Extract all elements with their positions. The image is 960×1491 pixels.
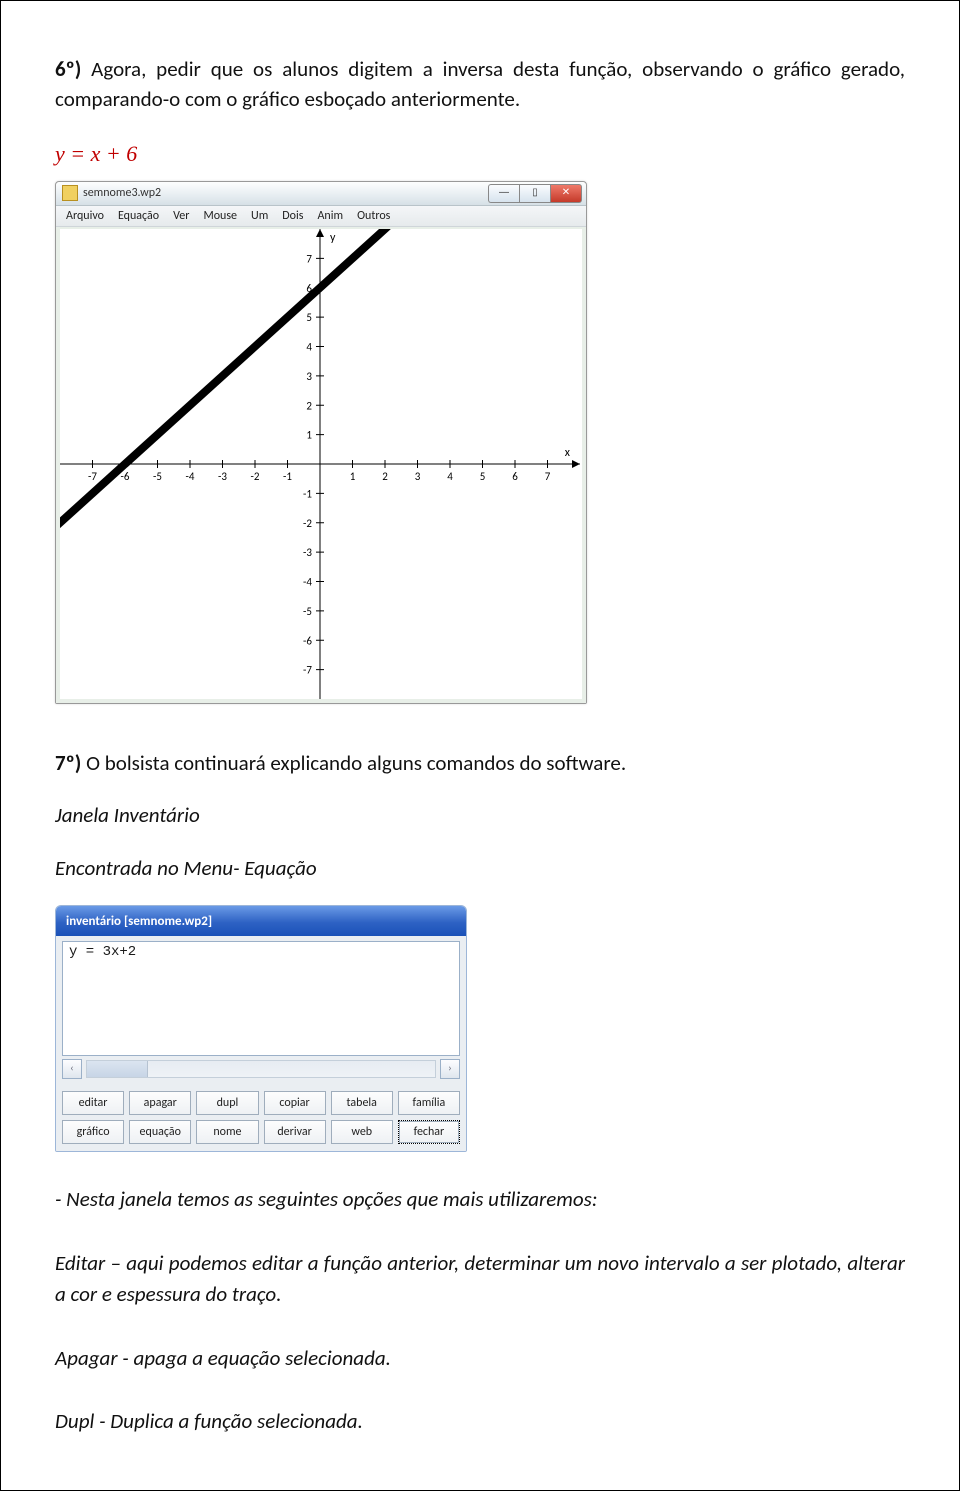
scroll-track[interactable]	[86, 1060, 436, 1078]
inventory-buttons: editar apagar dupl copiar tabela família…	[62, 1091, 460, 1144]
step7-text: O bolsista continuará explicando alguns …	[81, 750, 626, 776]
btn-editar[interactable]: editar	[62, 1091, 124, 1115]
svg-text:7: 7	[545, 470, 551, 483]
window-titlebar[interactable]: semnome3.wp2 — ▯ ✕	[56, 182, 586, 206]
equation-inverse: y = x + 6	[55, 141, 905, 167]
inventory-item[interactable]: y = 3x+2	[69, 944, 136, 960]
opts-paragraph: - Nesta janela temos as seguintes opções…	[55, 1184, 905, 1216]
svg-text:-6: -6	[303, 634, 312, 647]
sub-encontrada: Encontrada no Menu- Equação	[55, 853, 905, 885]
sub-janela-inventario: Janela Inventário	[55, 800, 905, 832]
svg-text:4: 4	[306, 340, 312, 353]
svg-text:-4: -4	[186, 470, 195, 483]
svg-text:-4: -4	[303, 575, 312, 588]
svg-text:1: 1	[350, 470, 356, 483]
svg-text:1: 1	[306, 429, 312, 442]
inventory-window: inventário [semnome.wp2] y = 3x+2 ‹ › ed…	[55, 905, 467, 1152]
inventory-body: y = 3x+2 ‹ › editar apagar dupl copiar t…	[56, 936, 466, 1151]
svg-text:7: 7	[306, 252, 312, 265]
svg-text:2: 2	[382, 470, 388, 483]
app-icon	[62, 185, 78, 201]
btn-copiar[interactable]: copiar	[264, 1091, 326, 1115]
svg-text:3: 3	[415, 470, 421, 483]
svg-text:5: 5	[480, 470, 486, 483]
menu-um[interactable]: Um	[251, 209, 268, 223]
close-button[interactable]: ✕	[550, 184, 582, 203]
step7-label: 7º)	[55, 750, 81, 776]
scroll-right-button[interactable]: ›	[440, 1059, 460, 1079]
btn-tabela[interactable]: tabela	[331, 1091, 393, 1115]
plot-frame: -7-6-5-4-3-2-11234567-7-6-5-4-3-2-112345…	[56, 227, 586, 703]
step6-label: 6º)	[55, 56, 81, 82]
svg-text:-3: -3	[218, 470, 227, 483]
btn-grafico[interactable]: gráfico	[62, 1120, 124, 1144]
svg-text:-5: -5	[153, 470, 162, 483]
menu-ver[interactable]: Ver	[173, 209, 189, 223]
svg-text:-7: -7	[303, 664, 312, 677]
svg-text:6: 6	[512, 470, 518, 483]
inventory-list[interactable]: y = 3x+2	[62, 941, 460, 1056]
btn-derivar[interactable]: derivar	[264, 1120, 326, 1144]
svg-text:-7: -7	[88, 470, 97, 483]
btn-apagar[interactable]: apagar	[129, 1091, 191, 1115]
svg-text:5: 5	[306, 311, 312, 324]
svg-text:-2: -2	[303, 517, 312, 530]
btn-familia[interactable]: família	[398, 1091, 460, 1115]
btn-web[interactable]: web	[331, 1120, 393, 1144]
menu-equacao[interactable]: Equação	[118, 209, 159, 223]
step7-paragraph: 7º) O bolsista continuará explicando alg…	[55, 748, 905, 780]
btn-equacao[interactable]: equação	[129, 1120, 191, 1144]
intro-text: Agora, pedir que os alunos digitem a inv…	[55, 56, 905, 112]
svg-text:-5: -5	[303, 605, 312, 618]
apagar-paragraph: Apagar - apaga a equação selecionada.	[55, 1343, 905, 1375]
window-title: semnome3.wp2	[83, 186, 161, 200]
document-page: 6º) Agora, pedir que os alunos digitem a…	[0, 0, 960, 1491]
svg-text:4: 4	[447, 470, 453, 483]
intro-paragraph: 6º) Agora, pedir que os alunos digitem a…	[55, 54, 905, 115]
svg-text:-2: -2	[251, 470, 260, 483]
svg-text:y: y	[330, 231, 336, 245]
maximize-button[interactable]: ▯	[519, 184, 550, 203]
editar-paragraph: Editar – aqui podemos editar a função an…	[55, 1248, 905, 1311]
function-plot: -7-6-5-4-3-2-11234567-7-6-5-4-3-2-112345…	[60, 229, 580, 699]
svg-text:3: 3	[306, 370, 312, 383]
menu-bar: Arquivo Equação Ver Mouse Um Dois Anim O…	[56, 206, 586, 227]
inventory-scrollbar: ‹ ›	[62, 1059, 460, 1079]
minimize-button[interactable]: —	[488, 184, 519, 203]
svg-text:x: x	[565, 446, 571, 460]
scroll-left-button[interactable]: ‹	[62, 1059, 82, 1079]
menu-outros[interactable]: Outros	[357, 209, 390, 223]
inventory-titlebar[interactable]: inventário [semnome.wp2]	[56, 906, 466, 936]
scroll-thumb[interactable]	[87, 1061, 148, 1077]
dupl-paragraph: Dupl - Duplica a função selecionada.	[55, 1406, 905, 1438]
menu-anim[interactable]: Anim	[317, 209, 343, 223]
svg-text:2: 2	[306, 399, 312, 412]
svg-text:-1: -1	[283, 470, 292, 483]
btn-fechar[interactable]: fechar	[398, 1120, 460, 1144]
svg-text:-1: -1	[303, 487, 312, 500]
menu-arquivo[interactable]: Arquivo	[66, 209, 104, 223]
menu-dois[interactable]: Dois	[282, 209, 303, 223]
menu-mouse[interactable]: Mouse	[203, 209, 237, 223]
svg-text:-3: -3	[303, 546, 312, 559]
btn-dupl[interactable]: dupl	[196, 1091, 258, 1115]
window-buttons: — ▯ ✕	[488, 184, 582, 203]
btn-nome[interactable]: nome	[196, 1120, 258, 1144]
graph-app-window: semnome3.wp2 — ▯ ✕ Arquivo Equação Ver M…	[55, 181, 587, 704]
